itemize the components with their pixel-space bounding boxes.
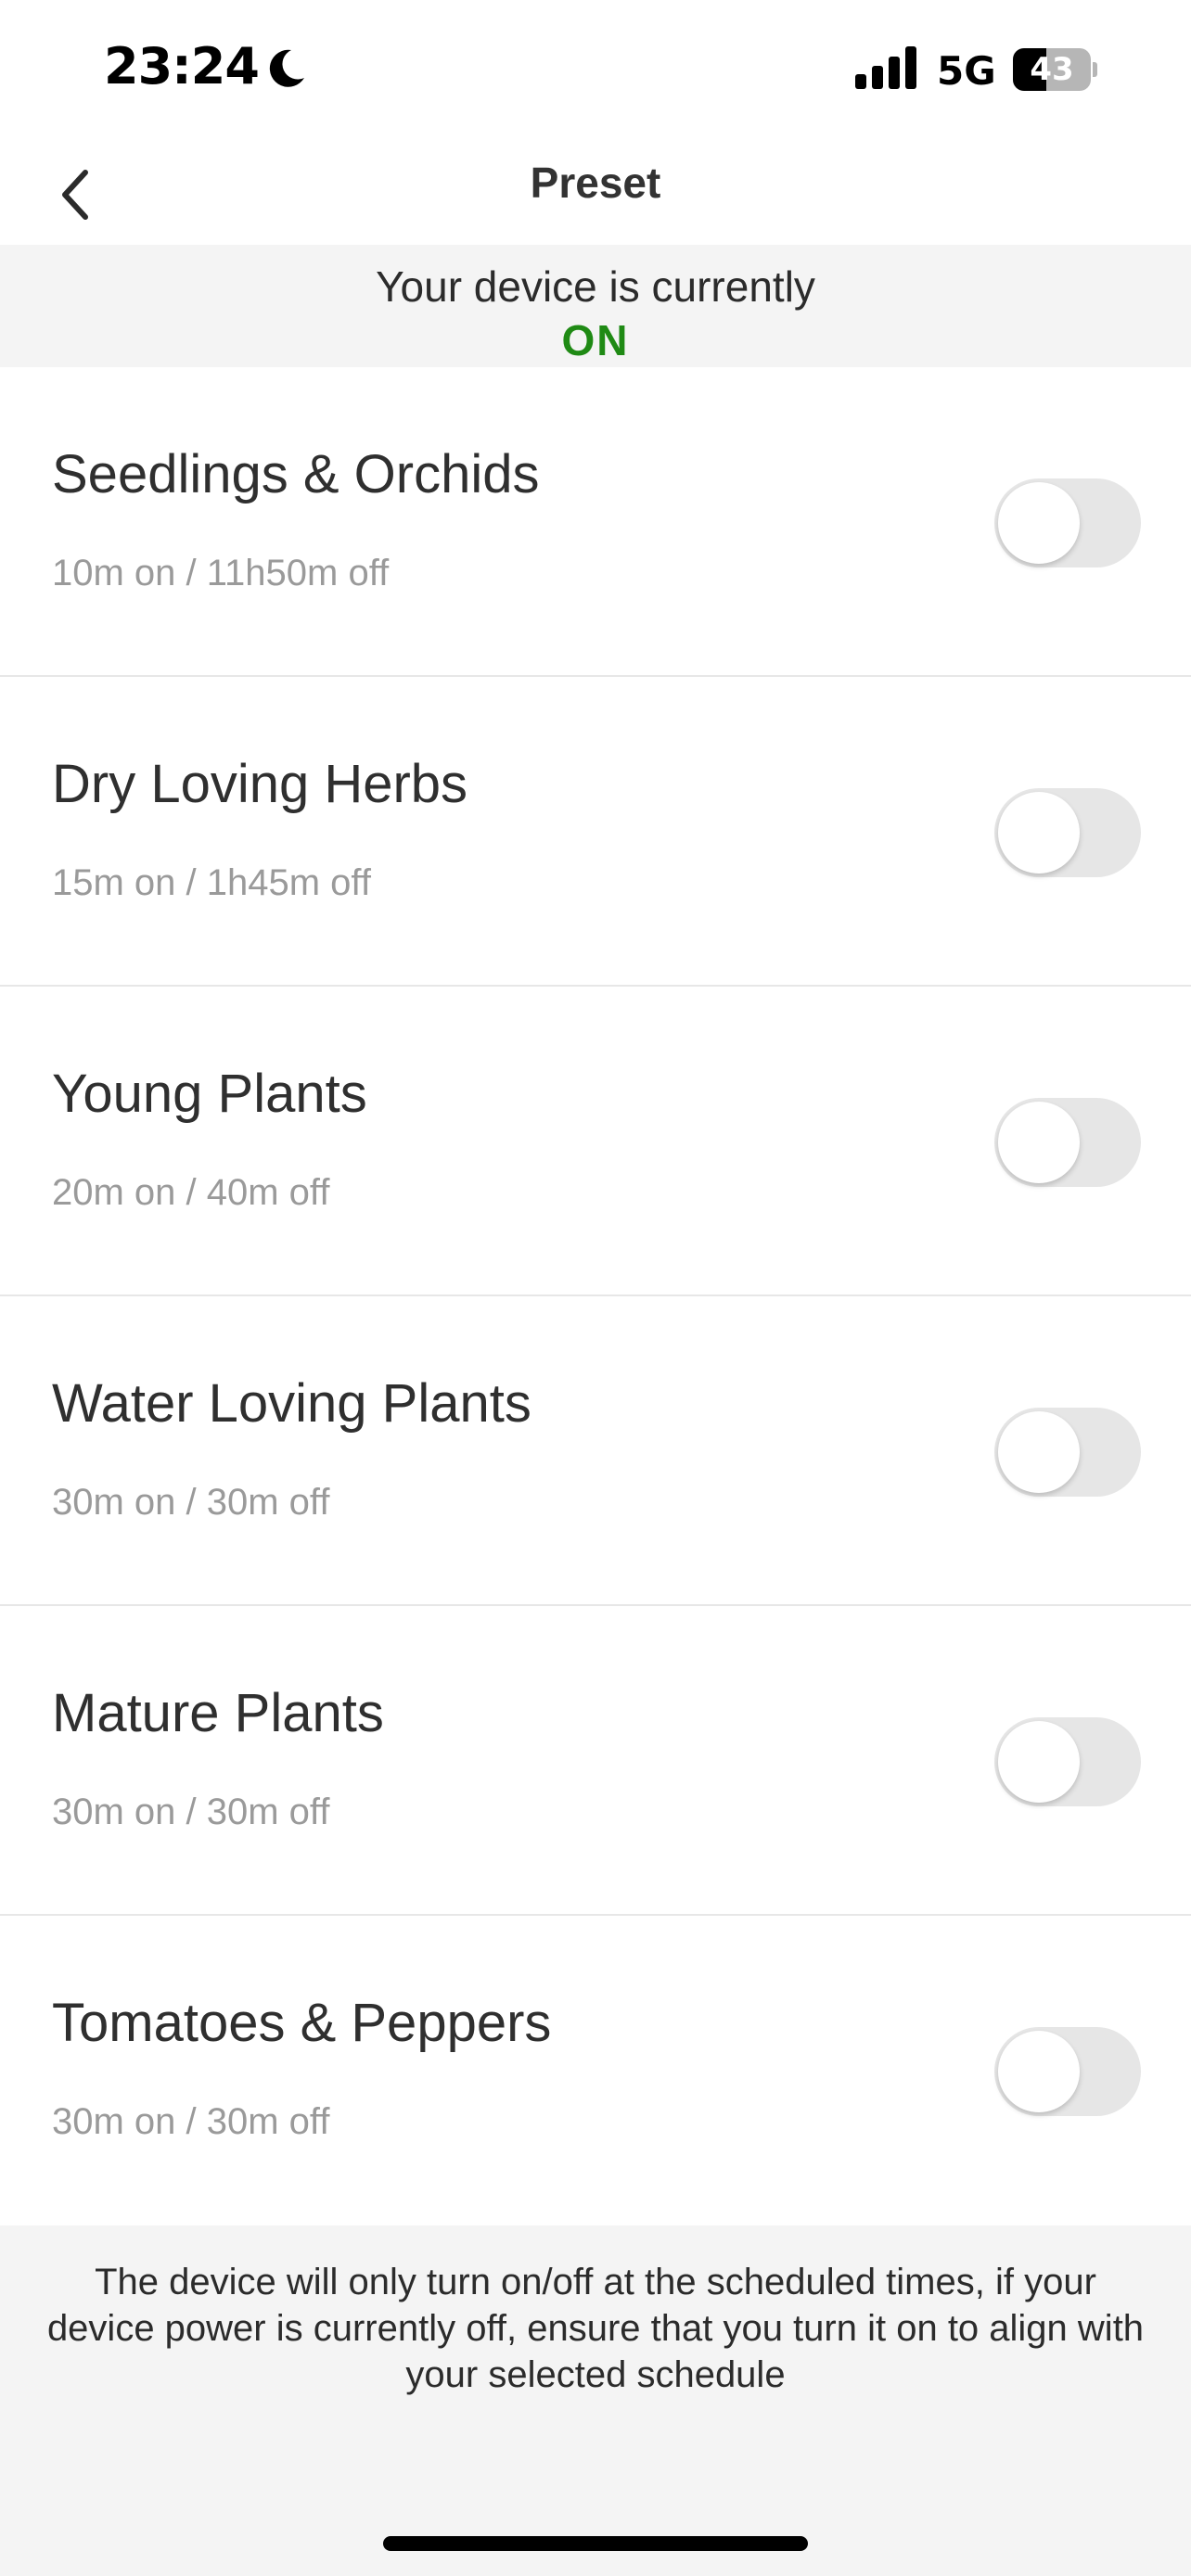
toggle-knob xyxy=(998,482,1080,564)
back-button[interactable] xyxy=(28,148,121,241)
preset-name: Mature Plants xyxy=(52,1683,384,1743)
preset-item[interactable]: Seedlings & Orchids 10m on / 11h50m off xyxy=(0,367,1191,677)
header: Preset xyxy=(0,139,1191,245)
preset-toggle[interactable] xyxy=(994,788,1141,877)
preset-toggle[interactable] xyxy=(994,1717,1141,1806)
preset-toggle[interactable] xyxy=(994,478,1141,567)
status-time: 23:24 xyxy=(104,37,260,96)
preset-name: Tomatoes & Peppers xyxy=(52,1993,552,2053)
preset-item[interactable]: Tomatoes & Peppers 30m on / 30m off xyxy=(0,1916,1191,2225)
preset-toggle[interactable] xyxy=(994,2027,1141,2116)
device-status-text: Your device is currently xyxy=(376,262,815,311)
toggle-knob xyxy=(998,2031,1080,2112)
preset-schedule: 30m on / 30m off xyxy=(52,1792,330,1832)
battery-level: 43 xyxy=(1030,51,1074,88)
signal-icon xyxy=(855,46,916,89)
toggle-knob xyxy=(998,1102,1080,1183)
toggle-knob xyxy=(998,1721,1080,1803)
preset-item[interactable]: Mature Plants 30m on / 30m off xyxy=(0,1606,1191,1916)
preset-schedule: 30m on / 30m off xyxy=(52,1482,330,1523)
preset-schedule: 15m on / 1h45m off xyxy=(52,862,371,903)
preset-name: Water Loving Plants xyxy=(52,1373,531,1434)
preset-schedule: 20m on / 40m off xyxy=(52,1172,330,1213)
page-title: Preset xyxy=(530,159,661,207)
toggle-knob xyxy=(998,1411,1080,1493)
device-status-banner: Your device is currently ON xyxy=(0,245,1191,367)
preset-item[interactable]: Water Loving Plants 30m on / 30m off xyxy=(0,1296,1191,1606)
preset-schedule: 30m on / 30m off xyxy=(52,2101,330,2142)
home-indicator[interactable] xyxy=(383,2536,808,2551)
schedule-note: The device will only turn on/off at the … xyxy=(46,2262,1145,2395)
preset-toggle[interactable] xyxy=(994,1098,1141,1187)
preset-item[interactable]: Dry Loving Herbs 15m on / 1h45m off xyxy=(0,677,1191,987)
preset-toggle[interactable] xyxy=(994,1408,1141,1497)
preset-name: Young Plants xyxy=(52,1064,367,1124)
battery-icon: 43 xyxy=(1013,48,1098,91)
preset-name: Seedlings & Orchids xyxy=(52,444,540,504)
chevron-left-icon xyxy=(62,170,88,220)
preset-schedule: 10m on / 11h50m off xyxy=(52,553,390,593)
preset-list: Seedlings & Orchids 10m on / 11h50m off … xyxy=(0,367,1191,2225)
device-state: ON xyxy=(561,316,630,364)
status-bar: 23:24 5G 43 xyxy=(0,0,1191,139)
network-type: 5G xyxy=(937,48,996,94)
preset-item[interactable]: Young Plants 20m on / 40m off xyxy=(0,987,1191,1296)
toggle-knob xyxy=(998,792,1080,874)
moon-icon xyxy=(269,49,304,87)
preset-name: Dry Loving Herbs xyxy=(52,754,468,814)
